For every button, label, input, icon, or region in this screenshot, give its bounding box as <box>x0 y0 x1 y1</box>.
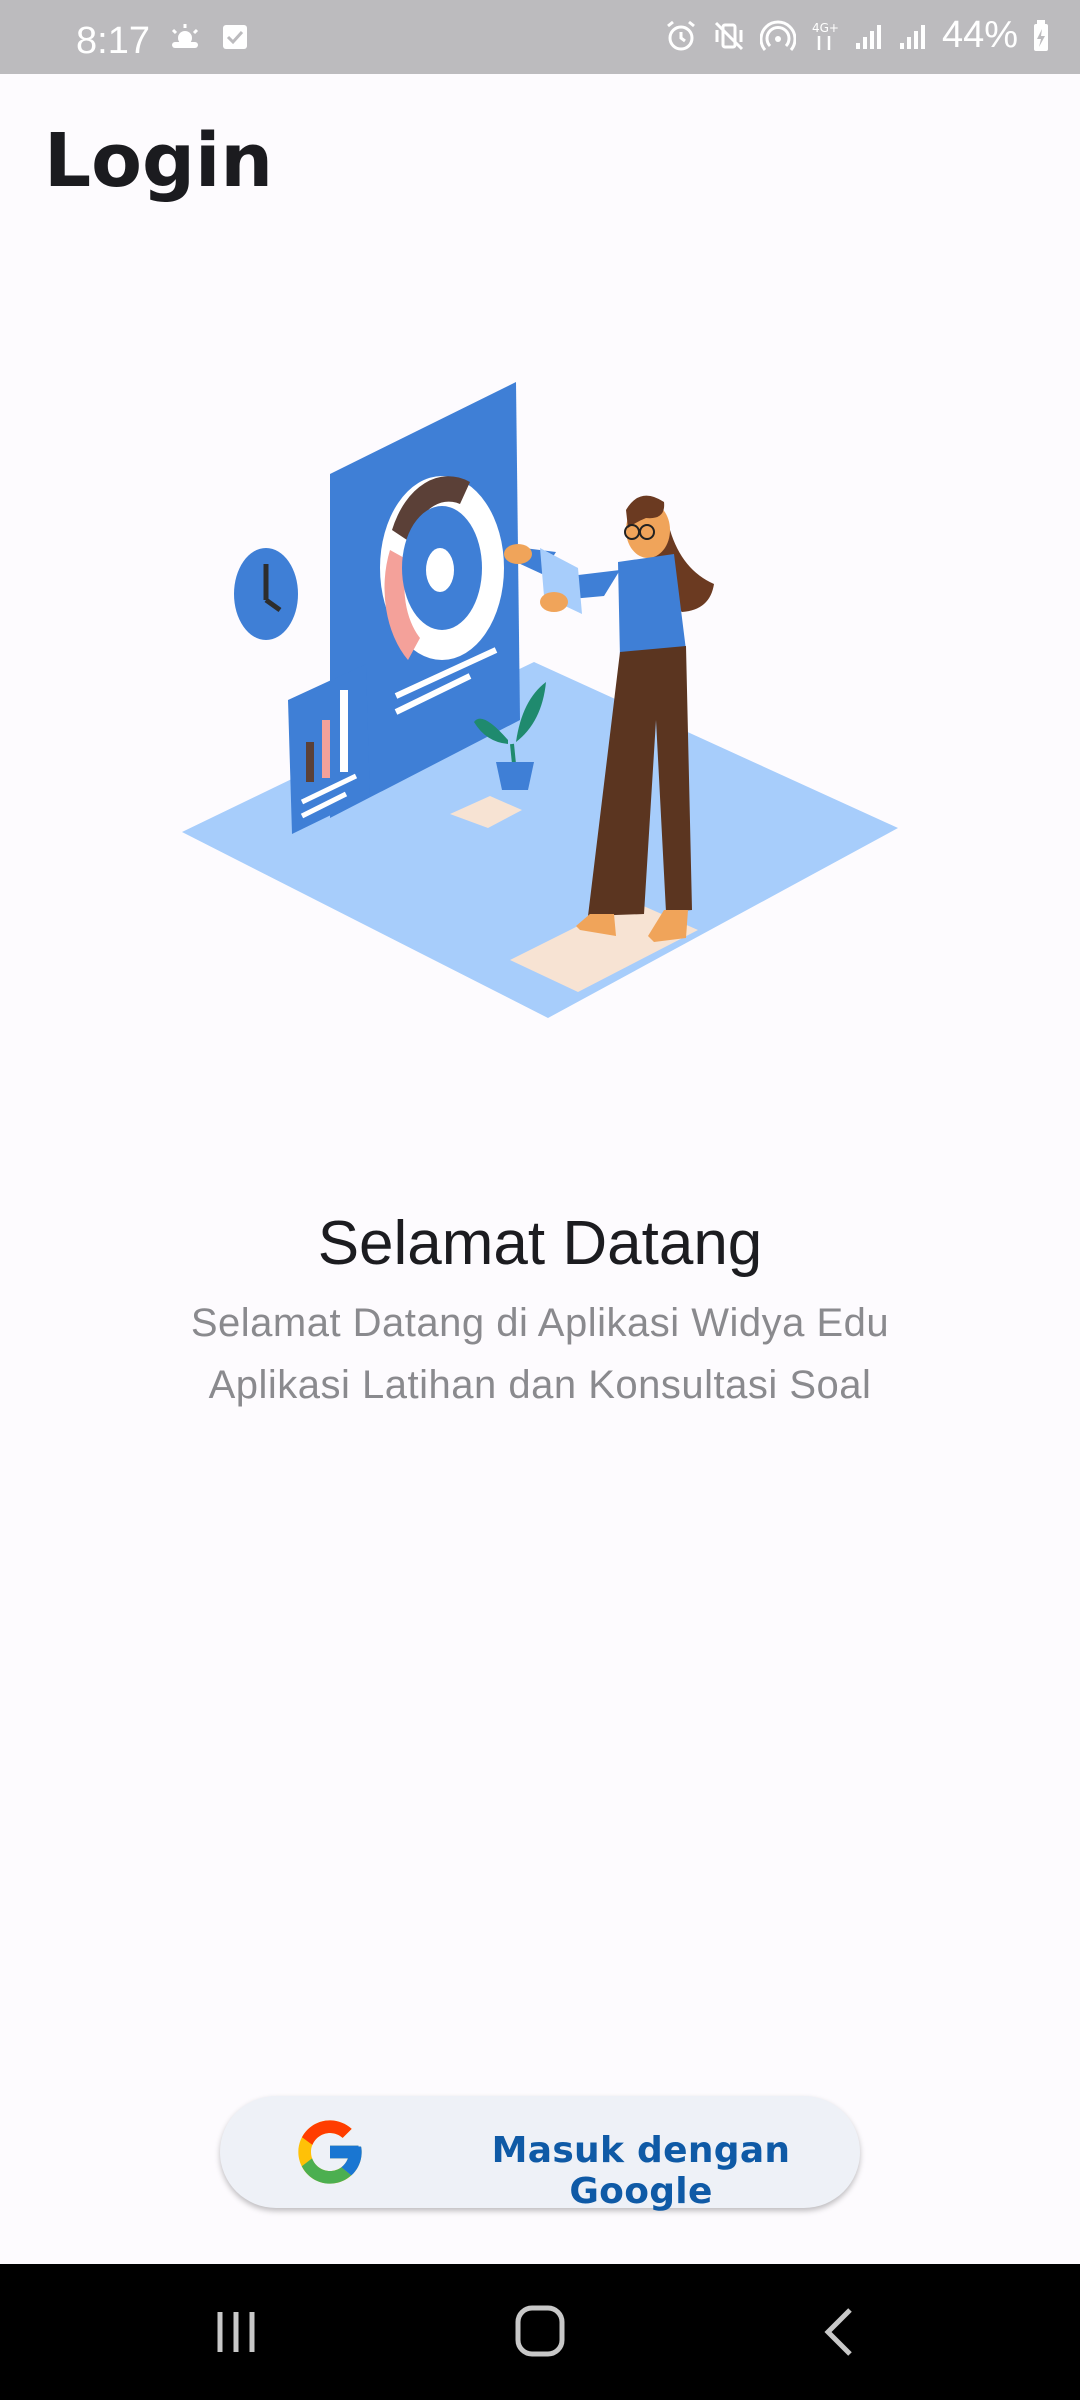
welcome-subtitle-line2: Aplikasi Latihan dan Konsultasi Soal <box>208 1363 872 1407</box>
page-title: Login <box>44 118 274 204</box>
weather-icon <box>171 24 199 48</box>
back-icon[interactable] <box>800 2300 880 2364</box>
google-login-label: Masuk dengan Google <box>491 2130 791 2212</box>
home-icon[interactable] <box>500 2300 580 2364</box>
battery-percentage: 44% <box>941 14 1018 56</box>
google-icon <box>298 2120 362 2184</box>
data-4g-icon: 4G+ <box>812 21 839 50</box>
welcome-title: Selamat Datang <box>317 1209 763 1278</box>
hero-illustration <box>182 382 898 1018</box>
welcome-subtitle: Selamat Datang di Aplikasi Widya Edu Apl… <box>0 1292 1080 1416</box>
battery-icon <box>1034 19 1048 51</box>
hotspot-icon <box>759 20 796 51</box>
check-box-icon <box>223 25 247 49</box>
recent-apps-icon[interactable] <box>196 2300 276 2364</box>
signal-icon <box>899 24 925 49</box>
status-left-icons <box>168 22 250 52</box>
status-right: 4G+ 44% <box>664 14 1050 57</box>
navigation-bar <box>0 2264 1080 2400</box>
status-time: 8:17 <box>76 20 150 62</box>
svg-text:4G+: 4G+ <box>812 21 839 35</box>
signal-icon <box>855 24 881 49</box>
welcome-subtitle-line1: Selamat Datang di Aplikasi Widya Edu <box>190 1301 890 1345</box>
alarm-icon <box>667 20 695 50</box>
vibrate-icon <box>714 21 743 50</box>
status-bar: 8:17 4G+ 44% <box>0 0 1080 74</box>
google-login-button[interactable]: Masuk dengan Google <box>220 2096 860 2212</box>
